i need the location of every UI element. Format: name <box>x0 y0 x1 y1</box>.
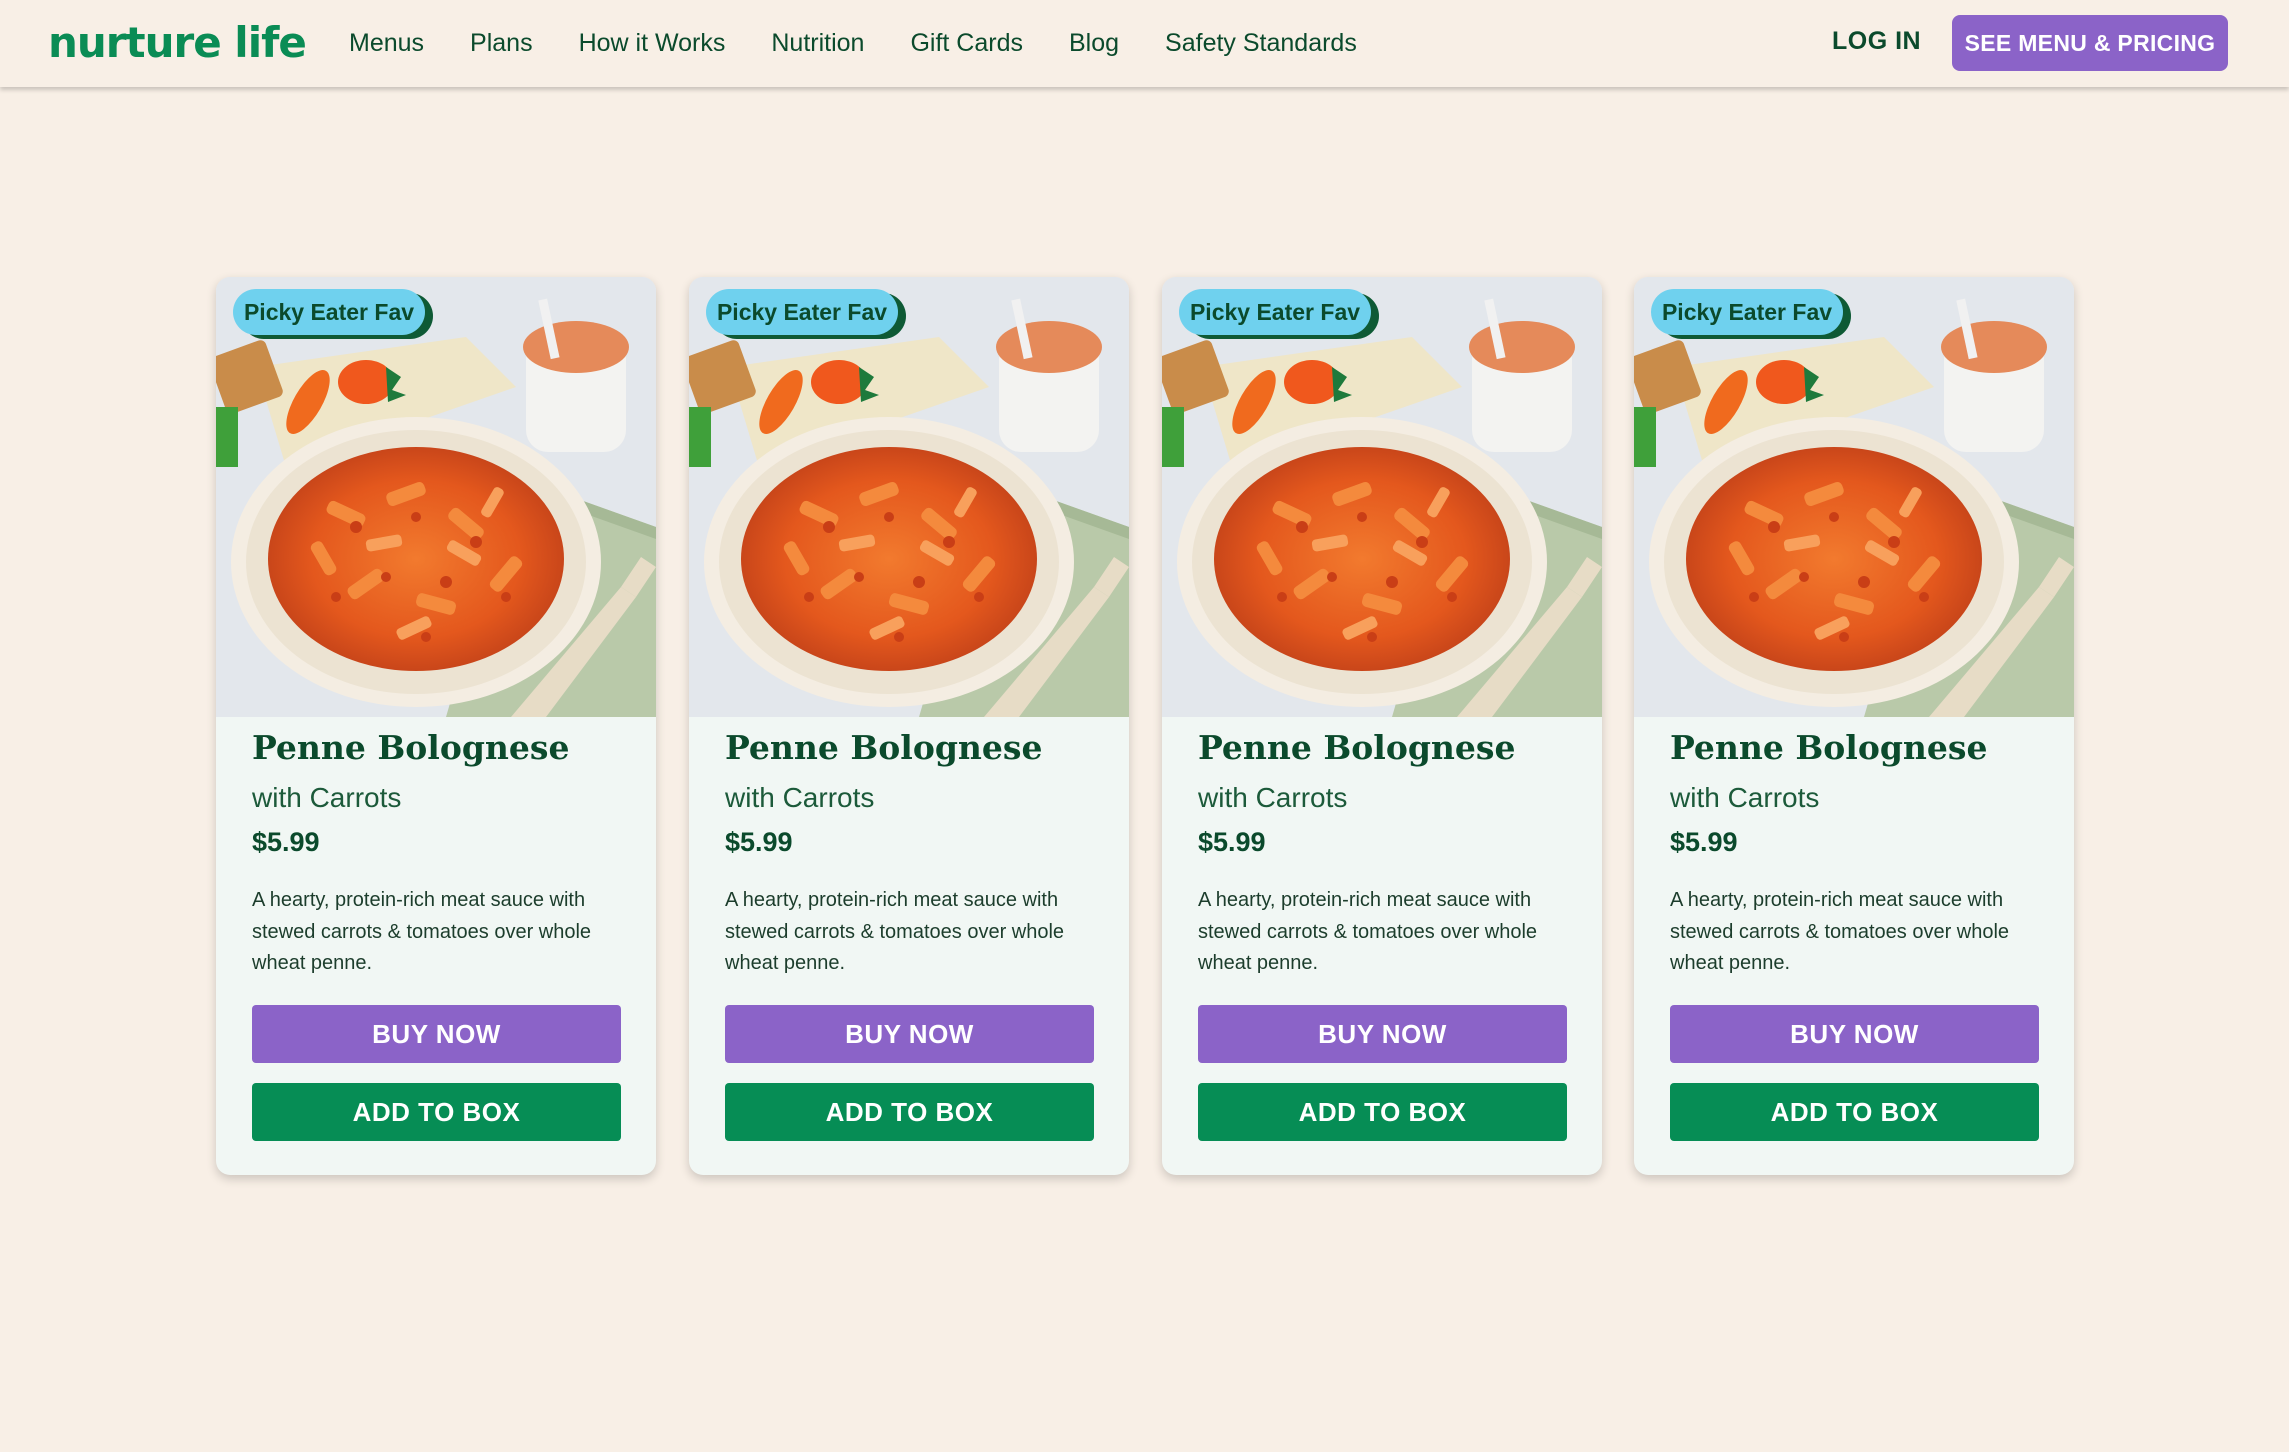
meal-photo[interactable]: Picky Eater Fav <box>689 277 1129 717</box>
meal-photo-illustration <box>1634 277 2074 717</box>
site-header: nurture life Menus Plans How it Works Nu… <box>0 0 2289 87</box>
meal-description: A hearty, protein-rich meat sauce with s… <box>1198 889 1538 974</box>
meal-photo[interactable]: Picky Eater Fav <box>1162 277 1602 717</box>
nav-safety-standards[interactable]: Safety Standards <box>1165 29 1357 58</box>
meal-subtitle: with Carrots <box>725 782 875 813</box>
meal-card-4: Picky Eater Fav Penne Bolognese with Car… <box>1634 277 2074 1175</box>
add-to-box-button[interactable]: ADD TO BOX <box>1670 1083 2039 1141</box>
nav-plans[interactable]: Plans <box>470 29 533 58</box>
meal-card-2: Picky Eater Fav Penne Bolognese with Car… <box>689 277 1129 1175</box>
main-nav: Menus Plans How it Works Nutrition Gift … <box>349 0 1403 87</box>
add-to-box-button[interactable]: ADD TO BOX <box>252 1083 621 1141</box>
see-menu-pricing-button[interactable]: SEE MENU & PRICING <box>1952 15 2228 71</box>
picky-eater-fav-badge: Picky Eater Fav <box>233 289 425 335</box>
buy-now-button[interactable]: BUY NOW <box>1670 1005 2039 1063</box>
meal-title[interactable]: Penne Bolognese <box>1670 728 1987 767</box>
picky-eater-fav-badge: Picky Eater Fav <box>706 289 898 335</box>
add-to-box-button[interactable]: ADD TO BOX <box>725 1083 1094 1141</box>
meal-description: A hearty, protein-rich meat sauce with s… <box>252 889 592 974</box>
meal-photo-illustration <box>689 277 1129 717</box>
meal-photo[interactable]: Picky Eater Fav <box>1634 277 2074 717</box>
meal-price: $5.99 <box>252 827 320 857</box>
meal-subtitle: with Carrots <box>252 782 402 813</box>
nav-gift-cards[interactable]: Gift Cards <box>910 29 1023 58</box>
meal-description: A hearty, protein-rich meat sauce with s… <box>1670 889 2010 974</box>
meal-price: $5.99 <box>725 827 793 857</box>
nav-menus[interactable]: Menus <box>349 29 424 58</box>
nav-nutrition[interactable]: Nutrition <box>771 29 864 58</box>
meal-card-1: Picky Eater Fav Penne Bolognese with Car… <box>216 277 656 1175</box>
meal-title[interactable]: Penne Bolognese <box>725 728 1042 767</box>
picky-eater-fav-badge: Picky Eater Fav <box>1179 289 1371 335</box>
meal-subtitle: with Carrots <box>1670 782 1820 813</box>
meal-price: $5.99 <box>1670 827 1738 857</box>
picky-eater-fav-badge: Picky Eater Fav <box>1651 289 1843 335</box>
nav-blog[interactable]: Blog <box>1069 29 1119 58</box>
meal-price: $5.99 <box>1198 827 1266 857</box>
meal-photo-illustration <box>216 277 656 717</box>
nurture-life-logo[interactable]: nurture life <box>48 16 307 70</box>
login-link[interactable]: LOG IN <box>1832 27 1921 56</box>
buy-now-button[interactable]: BUY NOW <box>252 1005 621 1063</box>
meal-subtitle: with Carrots <box>1198 782 1348 813</box>
meal-photo-illustration <box>1162 277 1602 717</box>
meal-description: A hearty, protein-rich meat sauce with s… <box>725 889 1065 974</box>
nav-how-it-works[interactable]: How it Works <box>579 29 726 58</box>
meal-photo[interactable]: Picky Eater Fav <box>216 277 656 717</box>
buy-now-button[interactable]: BUY NOW <box>1198 1005 1567 1063</box>
add-to-box-button[interactable]: ADD TO BOX <box>1198 1083 1567 1141</box>
meal-title[interactable]: Penne Bolognese <box>1198 728 1515 767</box>
meal-title[interactable]: Penne Bolognese <box>252 728 569 767</box>
meal-card-3: Picky Eater Fav Penne Bolognese with Car… <box>1162 277 1602 1175</box>
buy-now-button[interactable]: BUY NOW <box>725 1005 1094 1063</box>
